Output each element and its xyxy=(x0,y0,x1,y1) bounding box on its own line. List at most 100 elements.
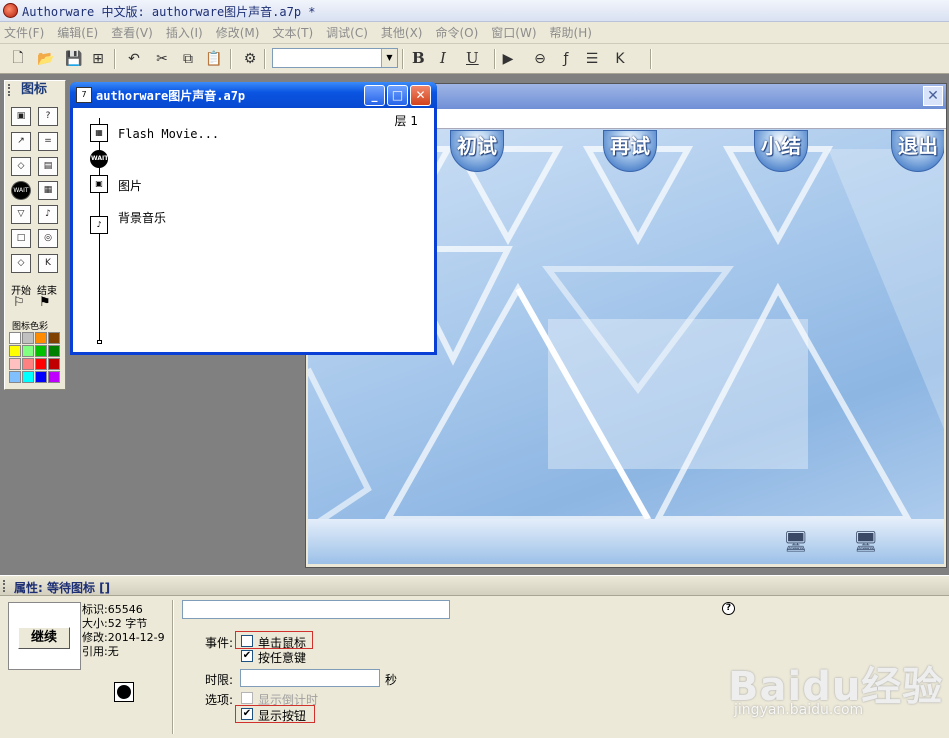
color-swatch[interactable] xyxy=(48,371,60,383)
close-button[interactable]: ✕ xyxy=(410,85,431,106)
minimize-button[interactable]: _ xyxy=(364,85,385,106)
display-icon[interactable]: ▣ xyxy=(11,107,31,126)
flowline-item-label[interactable]: 背景音乐 xyxy=(118,209,166,226)
menu-item-0[interactable]: 文件(F) xyxy=(4,24,44,41)
flowline-item-label[interactable]: Flash Movie... xyxy=(118,127,219,141)
menu-item-10[interactable]: 帮助(H) xyxy=(550,24,592,41)
italic-button[interactable]: I xyxy=(440,49,446,67)
continue-button[interactable]: 继续 xyxy=(18,627,70,649)
map-icon[interactable]: ◇ xyxy=(11,254,31,273)
color-swatch[interactable] xyxy=(35,371,47,383)
presentation-close-button[interactable]: ✕ xyxy=(923,86,943,106)
properties-title: 属性: 等待图标 [] xyxy=(14,581,111,595)
color-swatch[interactable] xyxy=(35,358,47,370)
menu-item-6[interactable]: 调试(C) xyxy=(326,24,368,41)
color-swatch[interactable] xyxy=(9,345,21,357)
flowline-canvas[interactable]: 层 1 ▦ Flash Movie... WAIT ▣ 图片 ♪ 背景音乐 xyxy=(73,108,434,352)
properties-grip[interactable] xyxy=(3,580,7,592)
help-icon[interactable]: ? xyxy=(722,602,735,615)
icon-title-input[interactable] xyxy=(182,600,450,619)
color-swatch[interactable] xyxy=(22,345,34,357)
menu-item-7[interactable]: 其他(X) xyxy=(381,24,423,41)
properties-header[interactable]: 属性: 等待图标 [] xyxy=(0,575,949,596)
new-file-icon[interactable]: 🗋 xyxy=(8,49,28,69)
underline-button[interactable]: U xyxy=(466,49,479,67)
color-swatch[interactable] xyxy=(35,345,47,357)
erase-icon[interactable]: ◇ xyxy=(11,157,31,176)
open-file-icon[interactable]: 📂 xyxy=(36,49,56,69)
wait-icon[interactable]: WAIT xyxy=(90,150,108,168)
menu-item-5[interactable]: 文本(T) xyxy=(272,24,313,41)
color-swatch[interactable] xyxy=(22,358,34,370)
color-swatch[interactable] xyxy=(48,358,60,370)
any-key-label[interactable]: 按任意键 xyxy=(258,649,306,666)
calculation-icon[interactable]: ▤ xyxy=(38,157,58,176)
undo-icon[interactable]: ↶ xyxy=(124,49,144,69)
computer-icon[interactable]: 🖥 xyxy=(783,529,808,553)
cut-icon[interactable]: ✂ xyxy=(152,49,172,69)
motion-icon[interactable]: ↗ xyxy=(11,132,31,151)
end-flag-icon[interactable]: ⚑ xyxy=(39,295,51,310)
interaction-icon[interactable]: = xyxy=(38,132,58,151)
options-label: 选项: xyxy=(205,693,234,707)
properties-divider xyxy=(172,600,174,734)
movie-icon[interactable]: ▦ xyxy=(38,181,58,200)
click-mouse-checkbox[interactable] xyxy=(241,635,253,647)
sound-icon[interactable]: ♪ xyxy=(90,216,108,234)
authorware-logo-icon xyxy=(3,3,18,18)
copy-icon[interactable]: ⧉ xyxy=(178,49,198,69)
functions-icon[interactable]: ƒ xyxy=(556,49,576,69)
menu-bar: 文件(F) 编辑(E) 查看(V) 插入(I) 修改(M) 文本(T) 调试(C) 其他(X)… xyxy=(0,22,949,44)
color-swatch[interactable] xyxy=(22,332,34,344)
flowline-window-icon: 7 xyxy=(76,87,92,103)
display-icon[interactable]: ▣ xyxy=(90,175,108,193)
color-swatch[interactable] xyxy=(35,332,47,344)
menu-item-2[interactable]: 查看(V) xyxy=(111,24,153,41)
maximize-button[interactable]: □ xyxy=(387,85,408,106)
menu-item-8[interactable]: 命令(O) xyxy=(435,24,478,41)
menu-item-9[interactable]: 窗口(W) xyxy=(491,24,536,41)
start-flag-icon[interactable]: ⚐ xyxy=(13,295,25,310)
chevron-down-icon[interactable]: ▼ xyxy=(381,49,397,67)
variables-icon[interactable]: ☰ xyxy=(582,49,602,69)
any-key-checkbox[interactable]: ✔ xyxy=(241,650,253,662)
framework-icon[interactable]: □ xyxy=(11,229,31,248)
find-icon[interactable]: ⚙ xyxy=(240,49,260,69)
menu-item-1[interactable]: 编辑(E) xyxy=(57,24,98,41)
time-limit-label: 时限: xyxy=(205,673,234,687)
menu-item-3[interactable]: 插入(I) xyxy=(166,24,203,41)
knowledge-object-icon[interactable]: K xyxy=(38,254,58,273)
computers-icon[interactable]: 🖥 xyxy=(853,529,878,553)
palette-grip[interactable] xyxy=(8,84,12,96)
show-button-checkbox[interactable]: ✔ xyxy=(241,708,253,720)
wait-icon[interactable] xyxy=(114,682,134,702)
flash-movie-icon[interactable]: ▦ xyxy=(90,124,108,142)
paste-icon[interactable]: 📋 xyxy=(204,49,224,69)
flowline-item-label[interactable]: 图片 xyxy=(118,177,142,194)
color-swatch[interactable] xyxy=(22,371,34,383)
color-swatch[interactable] xyxy=(48,345,60,357)
import-icon[interactable]: ⊞ xyxy=(88,49,108,69)
color-swatch[interactable] xyxy=(9,332,21,344)
bold-button[interactable]: B xyxy=(412,49,425,67)
flowline-title: authorware图片声音.a7p xyxy=(96,89,246,103)
flowline-titlebar[interactable]: 7 authorware图片声音.a7p _ □ ✕ xyxy=(70,82,437,108)
color-swatch[interactable] xyxy=(9,371,21,383)
menu-item-4[interactable]: 修改(M) xyxy=(216,24,260,41)
font-select[interactable]: ▼ xyxy=(272,48,398,68)
decision-icon[interactable]: ? xyxy=(38,107,58,126)
navigate-icon[interactable]: ▽ xyxy=(11,205,31,224)
run-icon[interactable]: ▶ xyxy=(498,49,518,69)
show-button-label[interactable]: 显示按钮 xyxy=(258,707,306,724)
control-panel-icon[interactable]: ⊖ xyxy=(530,49,550,69)
color-swatch[interactable] xyxy=(48,332,60,344)
window-title: Authorware 中文版: authorware图片声音.a7p * xyxy=(22,5,316,19)
dvd-icon[interactable]: ◎ xyxy=(38,229,58,248)
save-all-icon[interactable]: 💾 xyxy=(64,49,84,69)
knowledge-objects-icon[interactable]: K xyxy=(610,49,630,69)
color-swatch[interactable] xyxy=(9,358,21,370)
sound-icon[interactable]: ♪ xyxy=(38,205,58,224)
time-limit-input[interactable] xyxy=(240,669,380,687)
wait-icon[interactable]: WAIT xyxy=(11,181,31,200)
show-countdown-checkbox[interactable] xyxy=(241,692,253,704)
